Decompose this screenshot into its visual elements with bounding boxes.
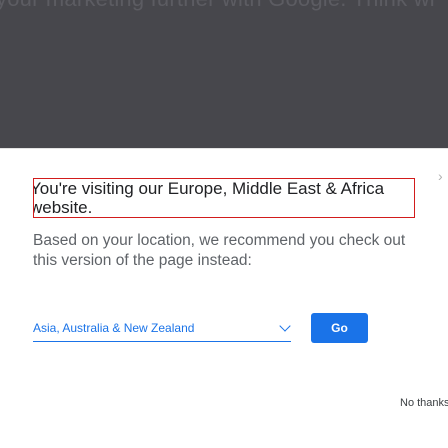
region-select[interactable]: Asia, Australia & New Zealand xyxy=(33,316,291,342)
page-backdrop: your marketing further with Google. Thin… xyxy=(0,0,448,148)
background-page-text: your marketing further with Google. Thin… xyxy=(0,0,435,12)
headline-highlight: You're visiting our Europe, Middle East … xyxy=(33,178,415,218)
no-thanks-link[interactable]: No thanks xyxy=(400,397,448,409)
chevron-down-icon xyxy=(279,320,291,332)
dialog-message: Based on your location, we recommend you… xyxy=(33,232,406,269)
backdrop-divider xyxy=(0,148,448,149)
region-select-value: Asia, Australia & New Zealand xyxy=(33,321,195,335)
go-button[interactable]: Go xyxy=(311,313,368,343)
dialog-headline: You're visiting our Europe, Middle East … xyxy=(33,179,385,217)
chevron-right-icon: › xyxy=(438,168,443,184)
